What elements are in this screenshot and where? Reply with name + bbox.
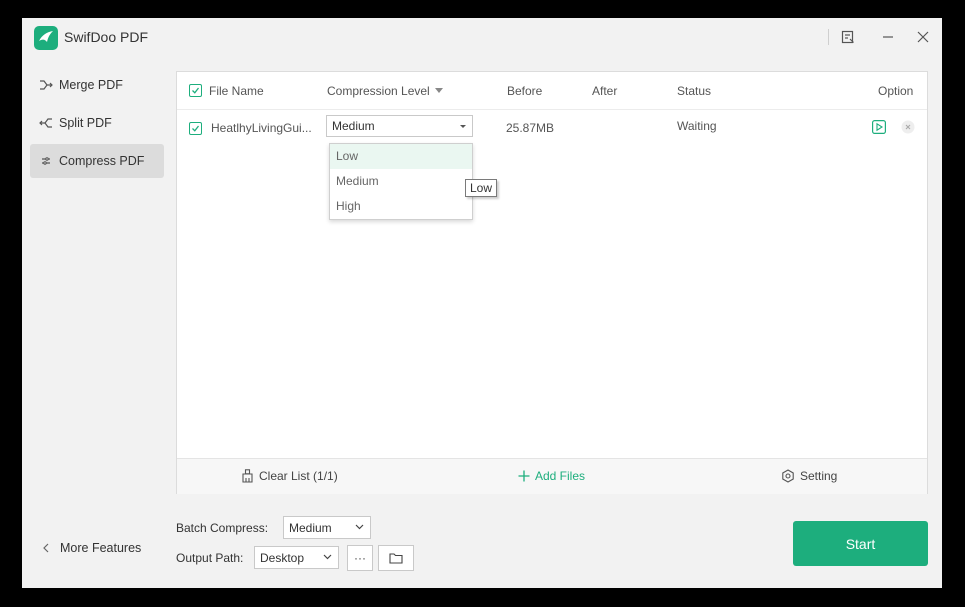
dropdown-option-high[interactable]: High [330,194,472,219]
header-status: Status [677,84,712,98]
minimize-icon [882,31,894,43]
remove-file-button[interactable] [901,120,915,134]
file-list-panel: File Name Compression Level Before After… [176,71,928,494]
header-compression-level[interactable]: Compression Level [327,84,443,98]
sidebar-item-label: Split PDF [59,116,112,130]
feedback-icon [841,30,855,44]
sidebar-item-label: Merge PDF [59,78,123,92]
header-option: Option [878,84,914,98]
row-checkbox[interactable] [189,122,202,135]
dropdown-caret-icon [460,125,466,128]
before-size-cell: 25.87MB [506,121,555,135]
open-folder-button[interactable] [378,545,414,571]
dropdown-option-low[interactable]: Low [330,144,472,169]
clear-list-button[interactable]: Clear List (1/1) [241,469,338,483]
start-button[interactable]: Start [793,521,928,566]
close-circle-icon [901,120,915,134]
panel-footer: Clear List (1/1) Add Files Setting [177,458,927,494]
merge-icon [38,77,54,93]
tooltip: Low [465,179,498,197]
close-window-button[interactable] [909,24,937,50]
header-compression-level-label: Compression Level [327,84,430,98]
sidebar-item-label: Compress PDF [59,154,145,168]
chevron-left-icon [42,543,50,553]
broom-icon [241,469,254,483]
more-features-link[interactable]: More Features [42,541,141,555]
compress-icon [38,153,54,169]
sidebar: Merge PDF Split PDF Compress PDF [30,68,164,182]
browse-more-button[interactable]: ··· [347,545,373,571]
app-window: SwifDoo PDF Merge PDF Split PDF Compress… [22,18,942,588]
sidebar-item-split-pdf[interactable]: Split PDF [30,106,164,140]
setting-label: Setting [800,469,838,483]
table-header: File Name Compression Level Before After… [177,72,927,110]
compression-level-value: Medium [332,119,375,133]
sort-down-icon [434,88,443,94]
header-before: Before [507,84,543,98]
check-icon [191,86,200,95]
compression-level-dropdown: Low Medium High [329,143,473,220]
sidebar-item-merge-pdf[interactable]: Merge PDF [30,68,164,102]
header-file-name: File Name [209,84,264,98]
app-title: SwifDoo PDF [64,29,149,45]
feedback-button[interactable] [834,24,862,50]
gear-icon [781,469,795,483]
title-bar: SwifDoo PDF [22,18,942,58]
plus-icon [518,470,530,482]
dropdown-option-medium[interactable]: Medium [330,169,472,194]
close-icon [917,31,929,43]
add-files-button[interactable]: Add Files [518,469,585,483]
app-logo [34,26,58,50]
status-cell: Waiting [677,119,717,133]
clear-list-label: Clear List (1/1) [259,469,338,483]
output-path-label: Output Path: [176,551,244,565]
more-dots-label: ··· [354,551,366,565]
play-icon [872,120,886,134]
add-files-label: Add Files [535,469,586,483]
check-icon [191,124,200,133]
setting-button[interactable]: Setting [781,469,837,483]
header-after: After [592,84,618,98]
output-path-select[interactable]: Desktop [254,546,339,569]
play-button[interactable] [872,120,886,134]
select-all-checkbox[interactable] [189,84,202,97]
compression-level-select[interactable]: Medium [326,115,473,137]
split-icon [38,115,54,131]
batch-compress-select[interactable]: Medium [283,516,371,539]
title-separator [828,29,829,45]
sidebar-item-compress-pdf[interactable]: Compress PDF [30,144,164,178]
chevron-down-icon [355,522,364,531]
output-path-value: Desktop [260,550,305,565]
file-name-cell: Heatlhy​Living​Gui... [211,121,312,135]
chevron-down-icon [323,552,332,561]
batch-compress-label: Batch Compress: [176,521,269,535]
batch-compress-value: Medium [289,520,332,535]
folder-icon [389,552,403,564]
minimize-button[interactable] [874,24,902,50]
more-features-label: More Features [60,541,142,555]
